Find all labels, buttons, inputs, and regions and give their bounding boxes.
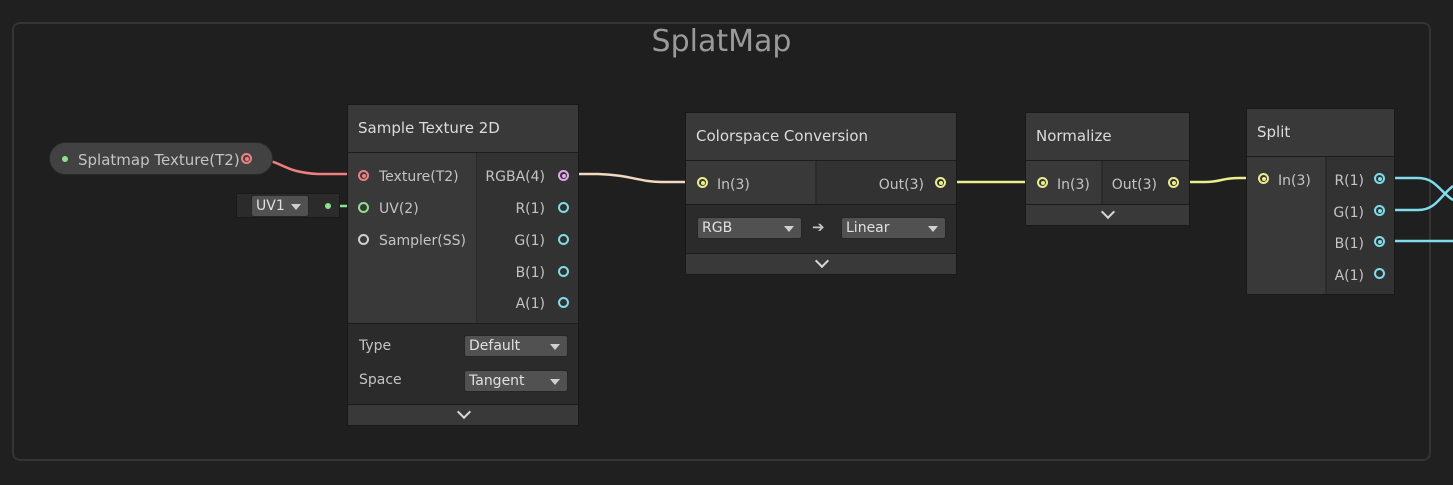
space-label: Space <box>359 372 402 388</box>
texture-input-label: Texture(T2) <box>379 169 459 185</box>
split-a-port[interactable] <box>1374 268 1385 279</box>
split-input-label: In(3) <box>1278 173 1311 189</box>
colorspace-header[interactable]: Colorspace Conversion <box>686 113 956 161</box>
split-r-port[interactable] <box>1374 173 1385 184</box>
sample-texture-collapse-button[interactable] <box>348 404 578 425</box>
split-header[interactable]: Split <box>1247 109 1394 157</box>
split-b-port[interactable] <box>1374 236 1385 247</box>
sample-texture-title: Sample Texture 2D <box>358 119 500 137</box>
g-output-port[interactable] <box>558 234 569 245</box>
colorspace-output-label: Out(3) <box>878 177 924 193</box>
type-dropdown-value: Default <box>469 338 521 354</box>
sample-texture-header[interactable]: Sample Texture 2D <box>348 105 578 153</box>
chevron-down-icon <box>784 226 794 232</box>
normalize-input-label: In(3) <box>1057 177 1090 193</box>
chevron-down-icon <box>550 344 560 350</box>
space-dropdown-value: Tangent <box>469 373 525 389</box>
normalize-input-port[interactable] <box>1037 177 1048 188</box>
uv-input-label: UV(2) <box>379 201 419 217</box>
property-node[interactable]: Splatmap Texture(T2) <box>49 142 273 175</box>
g-output-label: G(1) <box>514 233 545 249</box>
uv-inline-port[interactable] <box>325 203 331 209</box>
a-output-label: A(1) <box>515 296 545 312</box>
space-dropdown[interactable]: Tangent <box>464 370 568 392</box>
colorspace-to-value: Linear <box>846 220 890 236</box>
a-output-port[interactable] <box>558 297 569 308</box>
normalize-output-label: Out(3) <box>1111 177 1157 193</box>
colorspace-title: Colorspace Conversion <box>696 127 869 145</box>
normalize-output-port[interactable] <box>1168 177 1179 188</box>
split-g-label: G(1) <box>1333 205 1364 221</box>
colorspace-output-port[interactable] <box>935 177 946 188</box>
colorspace-collapse-button[interactable] <box>686 253 956 274</box>
colorspace-to-dropdown[interactable]: Linear <box>841 217 946 239</box>
uv-dropdown-value: UV1 <box>256 198 285 214</box>
normalize-header[interactable]: Normalize <box>1026 113 1189 161</box>
uv-input-port[interactable] <box>358 202 369 213</box>
split-r-label: R(1) <box>1334 173 1364 189</box>
property-exposed-dot <box>62 156 68 162</box>
uv-inline-input[interactable]: UV1 <box>236 193 340 218</box>
split-b-label: B(1) <box>1334 236 1364 252</box>
rgba-output-port[interactable] <box>558 170 569 181</box>
sample-texture-node[interactable]: Sample Texture 2D Texture(T2) UV(2) Samp… <box>347 104 579 426</box>
property-output-port[interactable] <box>241 153 252 164</box>
type-dropdown[interactable]: Default <box>464 335 568 357</box>
split-title: Split <box>1257 123 1291 141</box>
chevron-down-icon <box>456 404 472 420</box>
colorspace-from-dropdown[interactable]: RGB <box>697 217 802 239</box>
normalize-collapse-button[interactable] <box>1026 204 1189 225</box>
sampler-input-label: Sampler(SS) <box>379 233 466 249</box>
chevron-down-icon <box>291 204 301 210</box>
colorspace-input-label: In(3) <box>717 177 750 193</box>
type-label: Type <box>359 338 392 354</box>
chevron-down-icon <box>550 379 560 385</box>
colorspace-conversion-node[interactable]: Colorspace Conversion In(3) Out(3) RGB ➔… <box>685 112 957 275</box>
normalize-node[interactable]: Normalize In(3) Out(3) <box>1025 112 1190 226</box>
r-output-port[interactable] <box>558 202 569 213</box>
split-node[interactable]: Split In(3) R(1) G(1) B(1) A(1) <box>1246 108 1395 295</box>
chevron-down-icon <box>1100 204 1116 220</box>
colorspace-from-value: RGB <box>702 220 733 236</box>
r-output-label: R(1) <box>515 201 545 217</box>
normalize-title: Normalize <box>1036 127 1112 145</box>
split-g-port[interactable] <box>1374 205 1385 216</box>
split-input-port[interactable] <box>1258 173 1269 184</box>
b-output-port[interactable] <box>558 266 569 277</box>
rgba-output-label: RGBA(4) <box>485 169 545 185</box>
arrow-right-icon: ➔ <box>812 218 825 236</box>
property-label: Splatmap Texture(T2) <box>78 151 240 169</box>
uv-dropdown[interactable]: UV1 <box>251 195 309 217</box>
chevron-down-icon <box>928 226 938 232</box>
sampler-input-port[interactable] <box>358 234 369 245</box>
chevron-down-icon <box>814 253 830 269</box>
b-output-label: B(1) <box>515 265 545 281</box>
wire-rgba <box>566 172 701 184</box>
colorspace-input-port[interactable] <box>697 177 708 188</box>
split-a-label: A(1) <box>1334 268 1364 284</box>
texture-input-port[interactable] <box>358 170 369 181</box>
